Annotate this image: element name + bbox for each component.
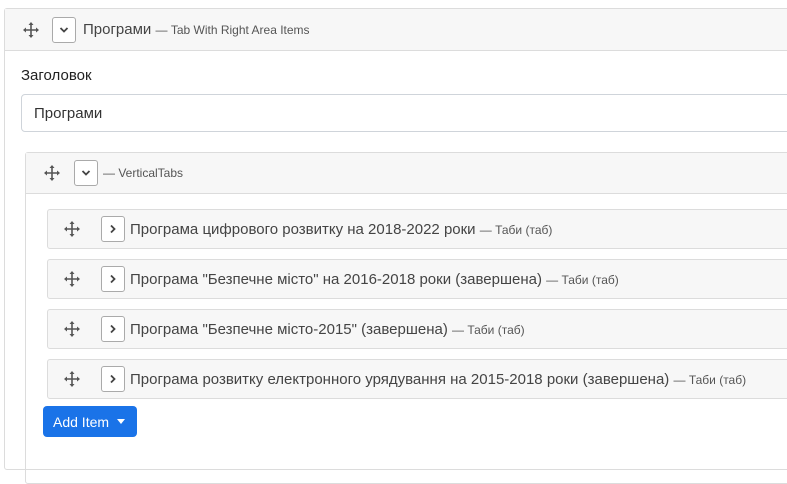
list-item[interactable]: Програма "Безпечне місто" на 2016-2018 р… <box>47 259 787 299</box>
chevron-right-icon <box>110 324 116 334</box>
title-field-label: Заголовок <box>21 67 92 84</box>
item-title: Програма "Безпечне місто" на 2016-2018 р… <box>130 271 619 288</box>
vertical-tabs-panel: — VerticalTabs Програма цифрового розвит… <box>25 152 787 484</box>
item-title-text: Програма "Безпечне місто" на 2016-2018 р… <box>130 270 542 288</box>
list-item[interactable]: Програма розвитку електронного урядуванн… <box>47 359 787 399</box>
expand-toggle[interactable] <box>101 366 125 392</box>
move-icon[interactable] <box>58 271 86 287</box>
outer-subtitle: — Tab With Right Area Items <box>155 23 310 37</box>
add-item-label: Add Item <box>53 413 110 430</box>
vertical-tabs-subtitle: — VerticalTabs <box>103 166 184 180</box>
caret-down-icon <box>117 419 126 424</box>
item-title: Програма цифрового розвитку на 2018-2022… <box>130 221 552 238</box>
collapse-toggle[interactable] <box>52 16 76 43</box>
expand-toggle[interactable] <box>101 216 125 242</box>
chevron-right-icon <box>110 224 116 234</box>
item-title: Програма "Безпечне місто-2015" (завершен… <box>130 321 525 338</box>
expand-toggle[interactable] <box>101 316 125 342</box>
item-subtitle: — Таби (таб) <box>673 372 747 387</box>
collapse-toggle[interactable] <box>74 160 98 186</box>
chevron-down-icon <box>59 26 69 33</box>
outer-title-text: Програми <box>83 21 152 38</box>
item-subtitle: — Таби (таб) <box>479 222 553 237</box>
move-icon[interactable] <box>17 21 45 38</box>
move-icon[interactable] <box>58 221 86 237</box>
list-item[interactable]: Програма цифрового розвитку на 2018-2022… <box>47 209 787 249</box>
outer-panel: Програми — Tab With Right Area Items Заг… <box>4 8 787 484</box>
chevron-right-icon <box>110 274 116 284</box>
move-icon[interactable] <box>58 371 86 387</box>
add-item-button[interactable]: Add Item <box>43 406 138 437</box>
outer-panel-title: Програми — Tab With Right Area Items <box>83 21 310 38</box>
list-item[interactable]: Програма "Безпечне місто-2015" (завершен… <box>47 309 787 349</box>
outer-panel-header: Програми — Tab With Right Area Items <box>5 9 787 51</box>
chevron-right-icon <box>110 374 116 384</box>
title-field-input[interactable] <box>21 94 787 132</box>
expand-toggle[interactable] <box>101 266 125 292</box>
chevron-down-icon <box>81 170 91 176</box>
item-title-text: Програма розвитку електронного урядуванн… <box>130 370 670 388</box>
vertical-tabs-header: — VerticalTabs <box>26 153 787 194</box>
item-title-text: Програма цифрового розвитку на 2018-2022… <box>130 220 476 238</box>
item-subtitle: — Таби (таб) <box>546 272 619 287</box>
move-icon[interactable] <box>38 165 66 181</box>
item-title-text: Програма "Безпечне місто-2015" (завершен… <box>130 320 448 338</box>
item-subtitle: — Таби (таб) <box>452 322 525 337</box>
move-icon[interactable] <box>58 321 86 337</box>
item-title: Програма розвитку електронного урядуванн… <box>130 371 746 388</box>
